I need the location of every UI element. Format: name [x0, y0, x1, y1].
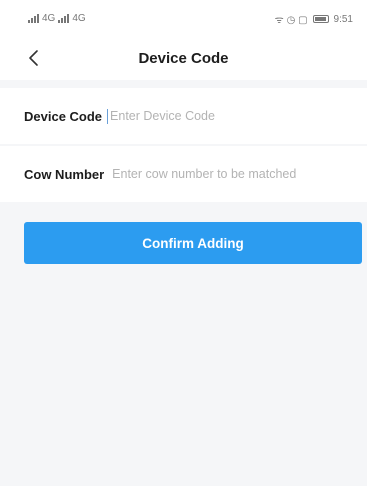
status-bar: 4G 4G ᯤ ◷ ▢ 9:51 [0, 0, 367, 36]
network-type-1: 4G [42, 13, 56, 24]
cow-number-input[interactable] [112, 167, 313, 181]
status-left: 4G 4G [28, 13, 86, 24]
signal-icon-2 [58, 14, 70, 23]
device-code-input[interactable] [110, 109, 311, 123]
cow-number-label: Cow Number [24, 166, 105, 182]
confirm-adding-button[interactable]: Confirm Adding [24, 222, 362, 264]
signal-icon [28, 14, 39, 23]
nav-bar: Device Code [0, 36, 367, 80]
text-caret [107, 108, 109, 124]
network-type-2: 4G [72, 13, 86, 24]
status-right: ᯤ ◷ ▢ 9:51 [274, 12, 353, 27]
status-time: 9:51 [333, 13, 353, 25]
device-code-label: Device Code [24, 108, 103, 124]
device-code-row: Device Code [0, 88, 367, 144]
status-icons: ᯤ ◷ ▢ [274, 15, 308, 26]
page-title: Device Code [138, 50, 229, 67]
cow-number-row: Cow Number [0, 146, 367, 202]
battery-icon [312, 15, 329, 23]
